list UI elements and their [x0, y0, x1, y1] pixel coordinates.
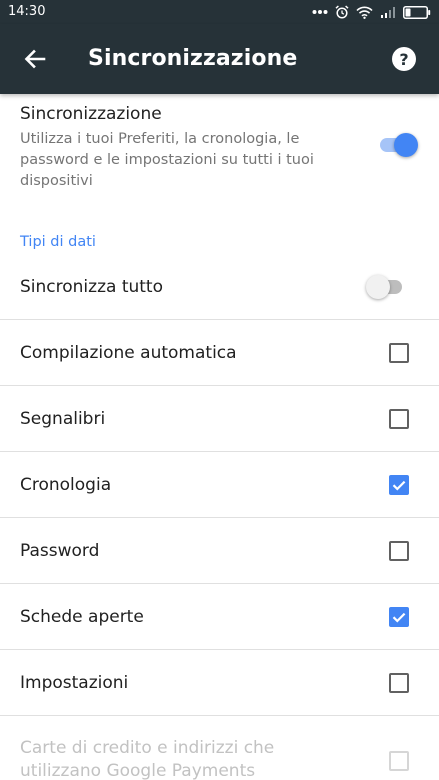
data-type-row-bookmarks[interactable]: Segnalibri: [0, 386, 439, 452]
data-type-row-passwords[interactable]: Password: [0, 518, 439, 584]
payments-checkbox: [389, 751, 409, 771]
sync-toggle[interactable]: [378, 132, 418, 158]
payments-label: Carte di credito e indirizzi che utilizz…: [20, 737, 274, 780]
battery-icon: [403, 5, 431, 19]
data-type-row-autofill[interactable]: Compilazione automatica: [0, 320, 439, 386]
status-bar: 14:30: [0, 0, 439, 24]
settings-checkbox[interactable]: [389, 673, 409, 693]
arrow-left-icon: [24, 49, 46, 69]
passwords-checkbox[interactable]: [389, 541, 409, 561]
wifi-icon: [356, 6, 373, 19]
data-type-row-payments: Carte di credito e indirizzi che utilizz…: [0, 716, 439, 780]
bookmarks-checkbox[interactable]: [389, 409, 409, 429]
open-tabs-checkbox[interactable]: [389, 607, 409, 627]
sync-all-toggle-thumb: [366, 275, 390, 299]
payments-label-line-2: utilizzano Google Payments: [20, 761, 256, 780]
sync-all-toggle[interactable]: [366, 274, 406, 300]
settings-content: Sincronizzazione Utilizza i tuoi Preferi…: [0, 94, 439, 780]
more-dots-icon: [312, 10, 328, 14]
status-time: 14:30: [8, 4, 46, 19]
sync-all-row[interactable]: Sincronizza tutto: [0, 254, 439, 320]
sync-settings-screen: 14:30 Sincronizzazione ? Sincronizzazion…: [0, 0, 439, 780]
data-type-row-settings[interactable]: Impostazioni: [0, 650, 439, 716]
data-type-label: Schede aperte: [20, 607, 144, 627]
data-type-row-open-tabs[interactable]: Schede aperte: [0, 584, 439, 650]
data-types-header: Tipi di dati: [20, 234, 96, 250]
data-type-row-history[interactable]: Cronologia: [0, 452, 439, 518]
history-checkbox[interactable]: [389, 475, 409, 495]
help-button[interactable]: ?: [383, 38, 425, 80]
check-mark-icon: [392, 480, 406, 491]
data-type-label: Segnalibri: [20, 409, 106, 429]
data-type-label: Impostazioni: [20, 673, 129, 693]
sync-summary: Utilizza i tuoi Preferiti, la cronologia…: [20, 131, 314, 189]
sync-title: Sincronizzazione: [20, 104, 162, 124]
payments-label-line-1: Carte di credito e indirizzi che: [20, 738, 275, 758]
sync-all-label: Sincronizza tutto: [20, 277, 163, 297]
alarm-clock-icon: [335, 5, 349, 19]
sync-toggle-thumb: [394, 133, 418, 157]
app-bar: Sincronizzazione ?: [0, 24, 439, 94]
help-circle-icon: ?: [392, 47, 416, 71]
data-type-label: Cronologia: [20, 475, 112, 495]
status-icons: [312, 4, 431, 20]
svg-text:?: ?: [399, 50, 408, 69]
page-title: Sincronizzazione: [88, 46, 298, 71]
sync-master-preference[interactable]: Sincronizzazione Utilizza i tuoi Preferi…: [0, 94, 439, 206]
back-button[interactable]: [14, 38, 56, 80]
check-mark-icon: [392, 612, 406, 623]
autofill-checkbox[interactable]: [389, 343, 409, 363]
data-type-label: Password: [20, 541, 100, 561]
cell-signal-icon: [381, 7, 395, 18]
data-type-label: Compilazione automatica: [20, 343, 237, 363]
